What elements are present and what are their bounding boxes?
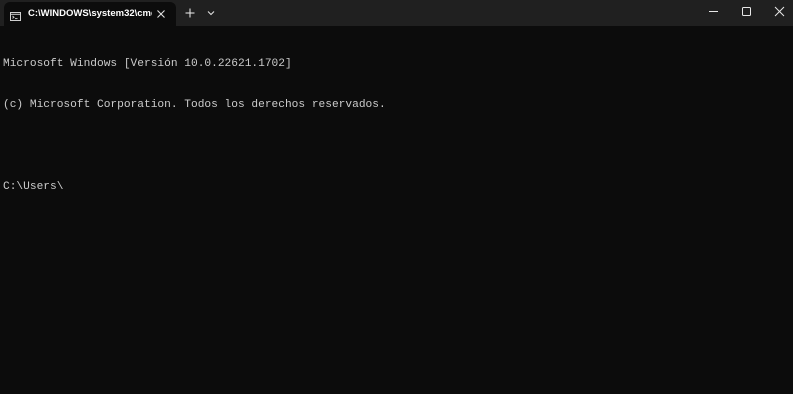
terminal-window: C:\WINDOWS\system32\cmd. Microsoft Windo…	[0, 0, 793, 394]
tab-cmd[interactable]: C:\WINDOWS\system32\cmd.	[4, 2, 176, 26]
close-icon[interactable]	[763, 0, 793, 24]
tab-title: C:\WINDOWS\system32\cmd.	[28, 8, 152, 19]
console-prompt: C:\Users\	[3, 180, 64, 193]
chevron-down-icon[interactable]	[203, 5, 219, 21]
maximize-icon[interactable]	[730, 0, 763, 24]
console-output[interactable]: Microsoft Windows [Versión 10.0.22621.17…	[3, 31, 793, 221]
command-prompt-icon	[10, 8, 21, 21]
close-tab-icon[interactable]	[154, 7, 168, 21]
plus-icon[interactable]	[181, 5, 199, 21]
console-line: Microsoft Windows [Versión 10.0.22621.17…	[3, 58, 292, 71]
title-bar[interactable]: C:\WINDOWS\system32\cmd.	[0, 0, 793, 26]
console-line: (c) Microsoft Corporation. Todos los der…	[3, 98, 386, 111]
minimize-icon[interactable]	[697, 0, 730, 24]
